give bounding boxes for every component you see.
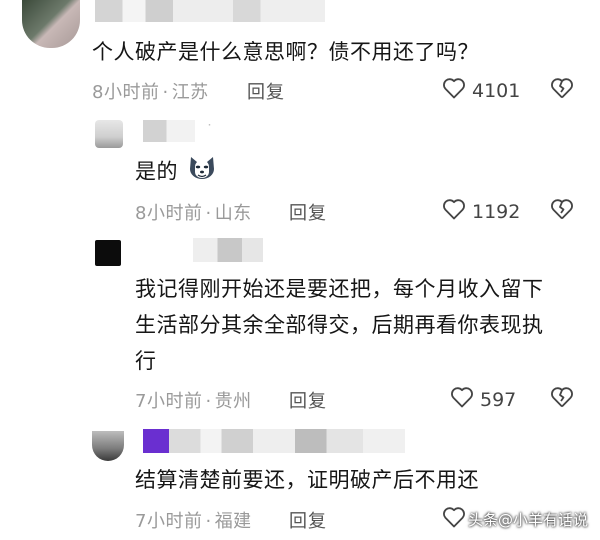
username-blurred[interactable]	[95, 0, 325, 22]
meta-separator: ·	[205, 511, 212, 532]
username-blurred[interactable]	[193, 238, 263, 262]
meta-separator: ·	[162, 82, 169, 103]
comment-text-line: 我记得刚开始还是要还把，每个月收入留下	[135, 277, 544, 301]
like-count: 4101	[472, 79, 521, 102]
like-count: 1192	[472, 200, 521, 223]
broken-heart-icon	[550, 199, 574, 224]
meta-separator: ·	[205, 203, 212, 224]
reply-button[interactable]: 回复	[289, 387, 327, 413]
comment-meta: 8小时前 · 山东	[135, 199, 252, 225]
username-blurred[interactable]	[143, 429, 405, 453]
dislike-button[interactable]	[550, 77, 574, 103]
comment-meta: 8小时前 · 江苏	[92, 78, 209, 104]
comment-time: 8小时前	[135, 203, 203, 224]
husky-dog-emoji-icon	[187, 153, 217, 192]
comment-location: 贵州	[214, 391, 252, 412]
like-button[interactable]: 1192	[442, 198, 520, 225]
reply-button[interactable]: 回复	[289, 199, 327, 225]
heart-outline-icon	[442, 506, 466, 533]
avatar[interactable]	[92, 431, 124, 461]
comment-location: 江苏	[171, 82, 209, 103]
username-dots: ˙	[206, 123, 213, 139]
comment-time: 7小时前	[135, 391, 203, 412]
reply-button[interactable]: 回复	[247, 78, 285, 104]
comment-text-content: 是的	[135, 159, 178, 184]
dislike-button[interactable]	[550, 198, 574, 224]
comment-location: 山东	[214, 203, 252, 224]
username-blurred[interactable]	[143, 120, 195, 142]
comment-text-line: 行	[135, 349, 157, 373]
like-button[interactable]: 597	[450, 386, 516, 413]
comment-meta: 7小时前 · 贵州	[135, 387, 252, 413]
reply-button[interactable]: 回复	[289, 507, 327, 533]
heart-outline-icon	[450, 386, 474, 413]
avatar[interactable]	[95, 120, 123, 148]
comment-text: 个人破产是什么意思啊？债不用还了吗？	[92, 40, 479, 64]
comment-text: 是的	[135, 153, 217, 192]
like-button[interactable]: 4101	[442, 77, 520, 104]
heart-outline-icon	[442, 198, 466, 225]
like-button[interactable]	[442, 506, 466, 533]
comment-text: 我记得刚开始还是要还把，每个月收入留下 生活部分其余全部得交，后期再看你表现执 …	[135, 271, 544, 379]
avatar[interactable]	[22, 0, 80, 48]
comment-time: 8小时前	[92, 82, 160, 103]
comment-meta: 7小时前 · 福建	[135, 507, 252, 533]
dislike-button[interactable]	[550, 386, 574, 412]
broken-heart-icon	[550, 387, 574, 412]
heart-outline-icon	[442, 77, 466, 104]
like-count: 597	[480, 388, 517, 411]
comment-location: 福建	[214, 511, 252, 532]
broken-heart-icon	[550, 78, 574, 103]
avatar[interactable]	[95, 240, 121, 266]
comment-time: 7小时前	[135, 511, 203, 532]
comment-text: 结算清楚前要还，证明破产后不用还	[135, 468, 479, 492]
comment-text-line: 生活部分其余全部得交，后期再看你表现执	[135, 313, 544, 337]
watermark: 头条@小羊有话说	[467, 511, 588, 529]
meta-separator: ·	[205, 391, 212, 412]
